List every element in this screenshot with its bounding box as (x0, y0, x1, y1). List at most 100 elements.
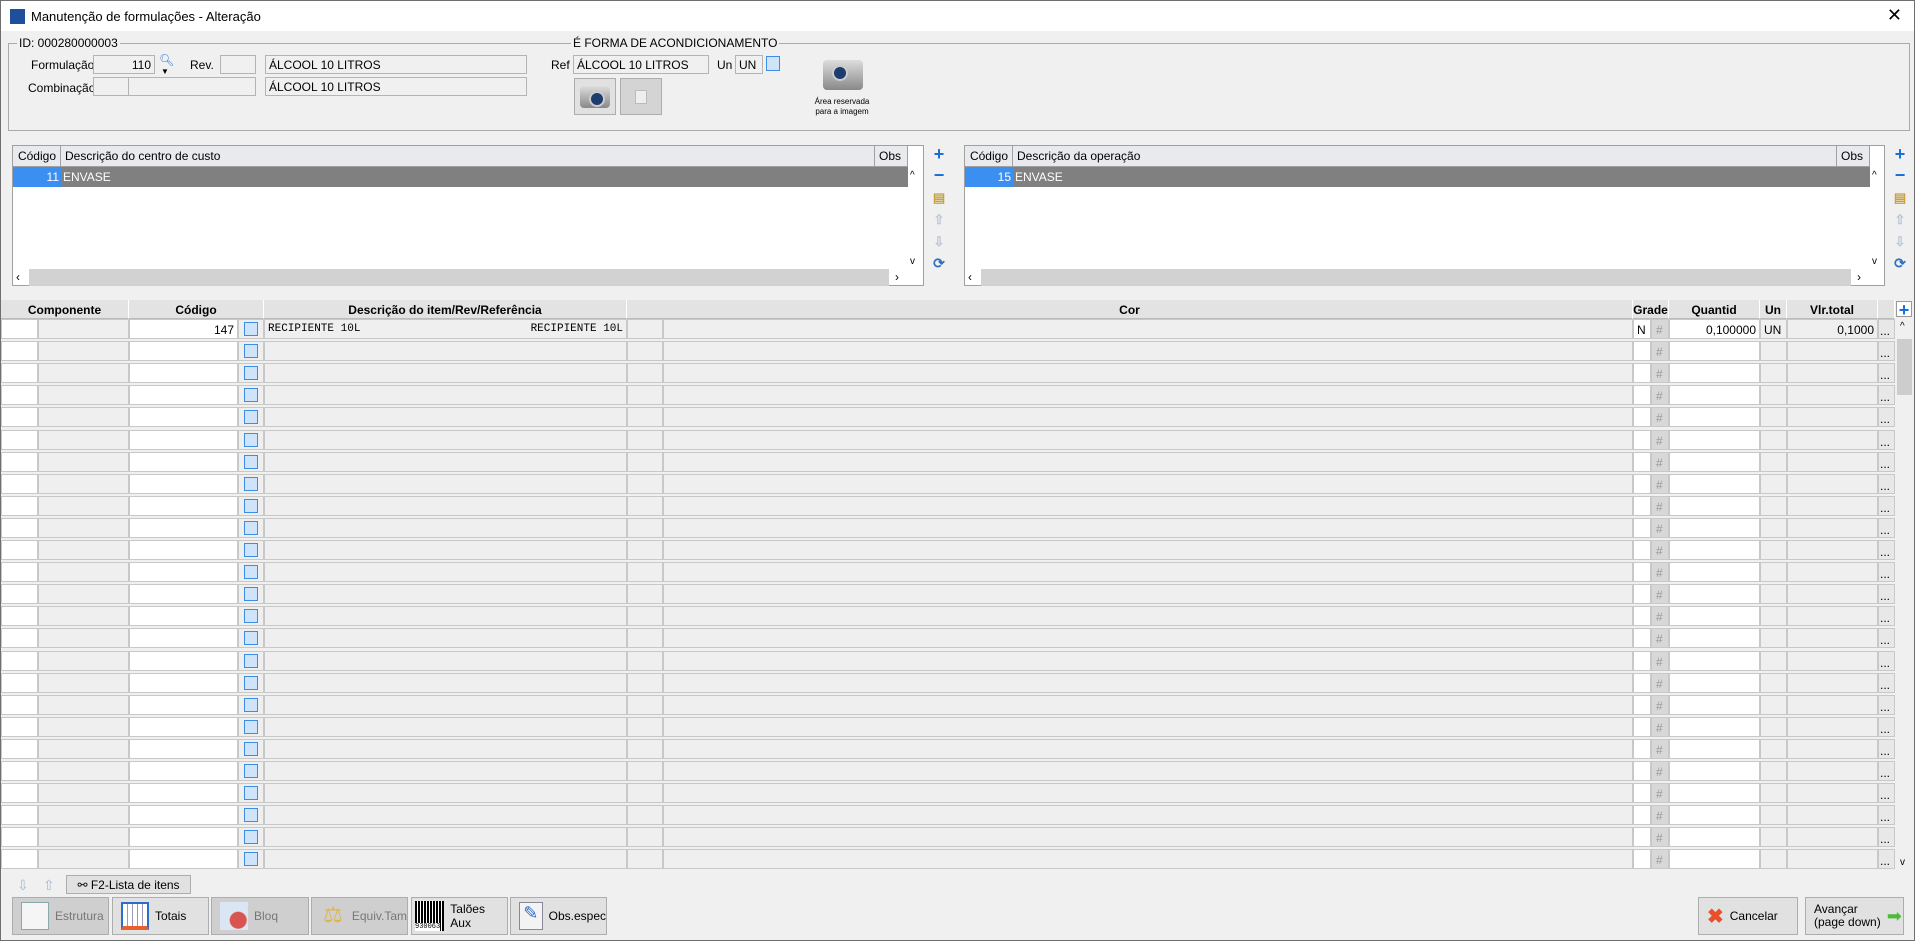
cell-vlr-total[interactable]: 0,1000 (1787, 319, 1878, 339)
cell-quantid[interactable] (1669, 672, 1760, 693)
cell-quantid[interactable] (1669, 606, 1760, 627)
cell-cor-a[interactable] (627, 805, 663, 826)
lookup-icon[interactable] (238, 761, 264, 781)
cell-hash[interactable]: # (1651, 341, 1669, 362)
lookup-icon[interactable] (238, 716, 264, 737)
cost-center-obs[interactable] (875, 167, 908, 187)
lookup-icon[interactable] (238, 562, 264, 583)
cell-quantid[interactable] (1669, 495, 1760, 516)
lookup-icon[interactable] (238, 319, 264, 339)
cell-ellipsis[interactable]: ... (1878, 761, 1895, 781)
cell-un[interactable] (1760, 540, 1787, 560)
cell-hash[interactable]: # (1651, 562, 1669, 583)
cell-cor[interactable] (663, 783, 1633, 804)
cell-vlr-total[interactable] (1787, 628, 1878, 649)
cell-ellipsis[interactable]: ... (1878, 716, 1895, 737)
cell-ellipsis[interactable]: ... (1878, 319, 1895, 339)
cell-vlr-total[interactable] (1787, 385, 1878, 406)
cell-quantid[interactable] (1669, 849, 1760, 870)
cell-hash[interactable]: # (1651, 716, 1669, 737)
cell-vlr-total[interactable] (1787, 849, 1878, 870)
cell-cor[interactable] (663, 694, 1633, 715)
cell-vlr-total[interactable] (1787, 584, 1878, 605)
col-header-un[interactable]: Un (1760, 300, 1787, 319)
cell-descricao[interactable]: RECIPIENTE 10L RECIPIENTE 10L (264, 319, 627, 339)
cell-codigo[interactable] (129, 429, 238, 450)
equiv-tam-button[interactable]: ⚖ Equiv.Tam (311, 897, 408, 935)
cell-un[interactable] (1760, 738, 1787, 759)
cell-un[interactable] (1760, 495, 1787, 516)
cell-quantid[interactable]: 0,100000 (1669, 319, 1760, 339)
cell-grade[interactable] (1633, 716, 1651, 737)
cell-quantid[interactable] (1669, 517, 1760, 538)
cell-cor-a[interactable] (627, 562, 663, 583)
cell-descricao[interactable] (264, 363, 627, 384)
cell-descricao[interactable] (264, 407, 627, 428)
cell-comp-b[interactable] (38, 716, 129, 737)
cell-cor[interactable] (663, 319, 1633, 339)
cell-comp-a[interactable] (1, 606, 38, 627)
lookup-icon[interactable] (238, 783, 264, 804)
cell-comp-a[interactable] (1, 584, 38, 605)
cell-codigo[interactable] (129, 473, 238, 494)
cell-comp-b[interactable] (38, 783, 129, 804)
cell-un[interactable] (1760, 672, 1787, 693)
cell-comp-b[interactable] (38, 473, 129, 494)
cell-comp-a[interactable] (1, 628, 38, 649)
cell-vlr-total[interactable] (1787, 540, 1878, 560)
cell-comp-a[interactable] (1, 805, 38, 826)
cell-cor[interactable] (663, 650, 1633, 671)
cell-ellipsis[interactable]: ... (1878, 429, 1895, 450)
cell-comp-a[interactable] (1, 827, 38, 848)
cell-descricao[interactable] (264, 628, 627, 649)
cell-cor-a[interactable] (627, 429, 663, 450)
cell-vlr-total[interactable] (1787, 606, 1878, 627)
cell-cor-a[interactable] (627, 363, 663, 384)
cell-grade[interactable] (1633, 761, 1651, 781)
cell-cor-a[interactable] (627, 341, 663, 362)
cell-un[interactable] (1760, 385, 1787, 406)
lookup-icon[interactable] (238, 473, 264, 494)
lookup-icon[interactable] (238, 363, 264, 384)
cell-descricao[interactable] (264, 849, 627, 870)
cell-comp-a[interactable] (1, 694, 38, 715)
cell-codigo[interactable]: 147 (129, 319, 238, 339)
cell-cor-a[interactable] (627, 540, 663, 560)
cell-cor[interactable] (663, 606, 1633, 627)
cell-cor-a[interactable] (627, 407, 663, 428)
cell-hash[interactable]: # (1651, 738, 1669, 759)
image-area-camera-icon[interactable] (823, 60, 863, 93)
cell-hash[interactable]: # (1651, 473, 1669, 494)
cell-vlr-total[interactable] (1787, 451, 1878, 472)
cell-quantid[interactable] (1669, 363, 1760, 384)
vertical-scrollbar[interactable]: ^ v (1895, 319, 1914, 872)
taloes-aux-button[interactable]: 930063 Talões Aux (411, 897, 508, 935)
move-up-icon[interactable]: ⇧ (1892, 212, 1908, 228)
cell-comp-a[interactable] (1, 473, 38, 494)
cell-comp-b[interactable] (38, 738, 129, 759)
lookup-icon[interactable] (238, 407, 264, 428)
cell-vlr-total[interactable] (1787, 495, 1878, 516)
col-header-codigo[interactable]: Código (965, 146, 1013, 167)
cell-grade[interactable] (1633, 473, 1651, 494)
cell-cor-a[interactable] (627, 783, 663, 804)
cell-comp-a[interactable] (1, 738, 38, 759)
cell-hash[interactable]: # (1651, 694, 1669, 715)
col-header-grade[interactable]: Grade (1633, 300, 1669, 319)
cell-comp-a[interactable] (1, 650, 38, 671)
cell-cor[interactable] (663, 407, 1633, 428)
cell-descricao[interactable] (264, 716, 627, 737)
remove-icon[interactable]: − (1892, 166, 1908, 184)
col-header-descricao[interactable]: Descrição da operação (1013, 146, 1837, 167)
cell-grade[interactable] (1633, 540, 1651, 560)
paste-image-button[interactable] (620, 78, 662, 115)
col-header-cor[interactable]: Cor (627, 300, 1633, 319)
cell-cor-a[interactable] (627, 385, 663, 406)
scroll-up-icon[interactable]: ^ (1872, 170, 1877, 181)
cell-hash[interactable]: # (1651, 451, 1669, 472)
cell-codigo[interactable] (129, 517, 238, 538)
cell-hash[interactable]: # (1651, 407, 1669, 428)
cell-un[interactable] (1760, 407, 1787, 428)
cell-vlr-total[interactable] (1787, 562, 1878, 583)
scroll-up-icon[interactable]: ^ (1900, 321, 1905, 332)
